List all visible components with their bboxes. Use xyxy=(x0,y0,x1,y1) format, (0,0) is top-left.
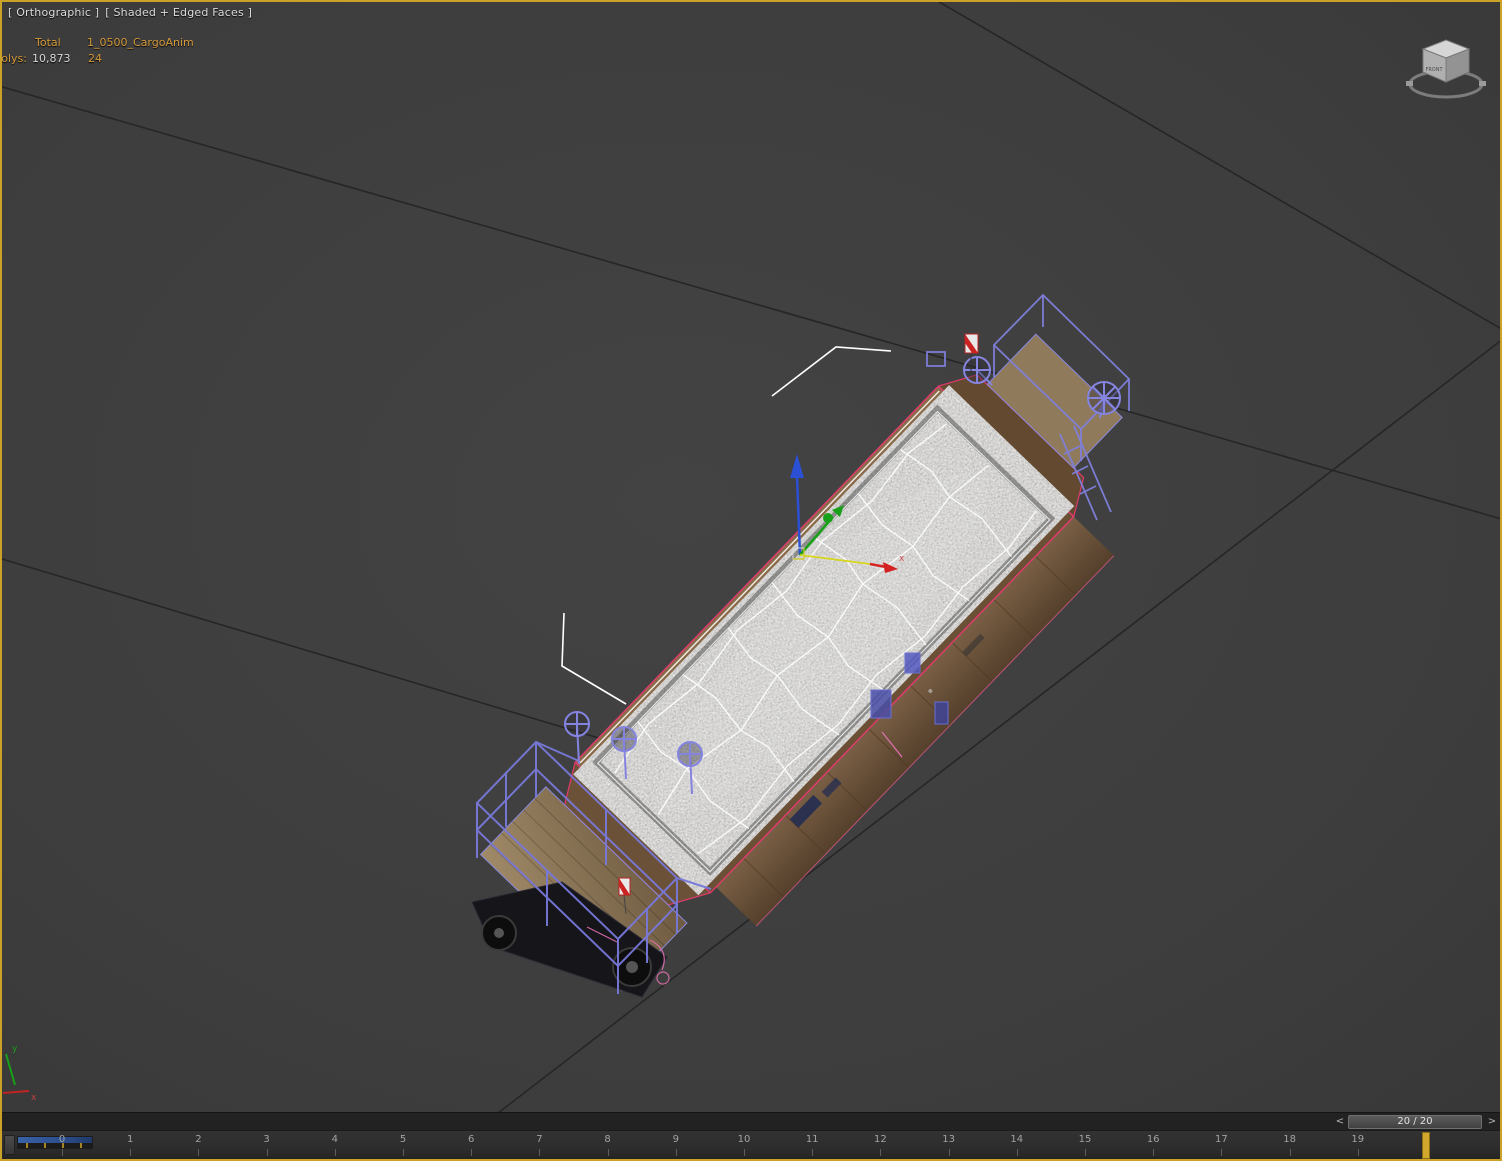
world-axis-y-label: y xyxy=(12,1044,18,1054)
stats-object-polys: 24 xyxy=(88,52,102,65)
gizmo-x-label: x xyxy=(899,554,905,564)
frame-tick-mark xyxy=(1016,1149,1018,1156)
frame-tick-mark xyxy=(198,1149,200,1156)
stats-polys-label: Polys: xyxy=(2,52,27,65)
stats-object-name: 1_0500_CargoAnim xyxy=(87,36,194,49)
frame-tick-label: 10 xyxy=(737,1134,751,1145)
frame-tick-label: 16 xyxy=(1146,1134,1160,1145)
frame-tick-label: 0 xyxy=(58,1134,66,1145)
frame-tick-mark xyxy=(334,1149,336,1156)
frame-tick-label: 12 xyxy=(874,1134,887,1145)
frame-tick-label: 4 xyxy=(331,1134,338,1145)
frame-display: 20 / 20 xyxy=(1397,1116,1433,1127)
viewport-canvas[interactable]: x FRONT y x xyxy=(2,2,1500,1112)
frame-tick-label: 5 xyxy=(399,1134,407,1145)
frame-tick-label: 8 xyxy=(604,1134,611,1145)
frame-tick-label: 11 xyxy=(805,1134,819,1145)
current-frame-marker[interactable] xyxy=(1422,1132,1430,1159)
frame-tick-mark xyxy=(1085,1149,1086,1156)
frame-tick-mark xyxy=(1289,1149,1291,1156)
trackbar-menu-button[interactable] xyxy=(4,1135,15,1155)
frame-tick-label: 7 xyxy=(536,1134,543,1145)
viewport-statistics: Total 1_0500_CargoAnim Polys: 10,873 24 xyxy=(2,36,232,70)
frame-tick-label: 2 xyxy=(195,1134,202,1145)
time-slider[interactable]: < 20 / 20 > xyxy=(2,1112,1500,1130)
frame-tick-label: 18 xyxy=(1283,1134,1296,1145)
frame-tick-label: 1 xyxy=(127,1134,134,1145)
frame-tick-label: 13 xyxy=(942,1134,955,1145)
mini-curve-editor-strip[interactable] xyxy=(17,1136,93,1149)
frame-tick-label: 17 xyxy=(1215,1134,1228,1145)
max-window: x FRONT y x [Orthographic] [Shaded + … xyxy=(0,0,1502,1161)
frame-tick-mark xyxy=(948,1149,950,1156)
frame-tick-mark xyxy=(1153,1149,1155,1156)
frame-tick-label: 6 xyxy=(468,1134,475,1145)
selected-object-cargo-car[interactable] xyxy=(471,293,1187,1027)
viewcube-front-label[interactable]: FRONT xyxy=(1425,67,1443,73)
frame-tick-mark xyxy=(130,1149,132,1156)
frame-tick-mark xyxy=(266,1149,268,1156)
viewport[interactable]: x FRONT y x [Orthographic] [Shaded + … xyxy=(2,2,1500,1112)
frame-tick-label: 14 xyxy=(1010,1134,1024,1145)
track-bar[interactable]: 0 1 2 3 4 5 6 7 8 9 10 11 12 13 14 15 16 17 18 19 xyxy=(2,1130,1500,1159)
viewport-grid xyxy=(2,2,1500,1112)
frame-tick-mark xyxy=(62,1149,63,1156)
frame-tick-mark xyxy=(1221,1149,1223,1156)
viewport-pov-label[interactable]: [ Orthographic ] xyxy=(8,6,99,19)
time-slider-handle[interactable]: 20 / 20 xyxy=(1348,1115,1482,1129)
frame-tick-label: 19 xyxy=(1351,1134,1365,1145)
frame-tick-mark xyxy=(1357,1149,1359,1156)
next-frame-button[interactable]: > xyxy=(1486,1115,1498,1129)
stats-total-polys: 10,873 xyxy=(32,52,71,65)
frame-tick-mark xyxy=(607,1149,609,1156)
frame-tick-mark xyxy=(744,1149,745,1156)
frame-tick-mark xyxy=(812,1149,814,1156)
frame-tick-mark xyxy=(880,1149,882,1156)
viewport-label: [ Orthographic ] [ Shaded + Edged Faces ] xyxy=(8,6,258,19)
frame-tick-label: 9 xyxy=(672,1134,679,1145)
frame-tick-mark xyxy=(675,1149,677,1156)
mini-strip-key-band xyxy=(18,1143,92,1148)
frame-tick-label: 15 xyxy=(1078,1134,1092,1145)
viewport-shading-label[interactable]: [ Shaded + Edged Faces ] xyxy=(105,6,252,19)
frame-tick-mark xyxy=(539,1149,541,1156)
frame-tick-label: 3 xyxy=(263,1134,270,1145)
world-axis-tripod: y x xyxy=(2,1044,37,1103)
previous-frame-button[interactable]: < xyxy=(1334,1115,1346,1129)
frame-tick-mark xyxy=(403,1149,404,1156)
frame-tick-mark xyxy=(471,1149,473,1156)
stats-total-header: Total xyxy=(35,36,61,49)
world-axis-x-label: x xyxy=(31,1093,37,1103)
viewcube[interactable]: FRONT xyxy=(1406,39,1486,99)
